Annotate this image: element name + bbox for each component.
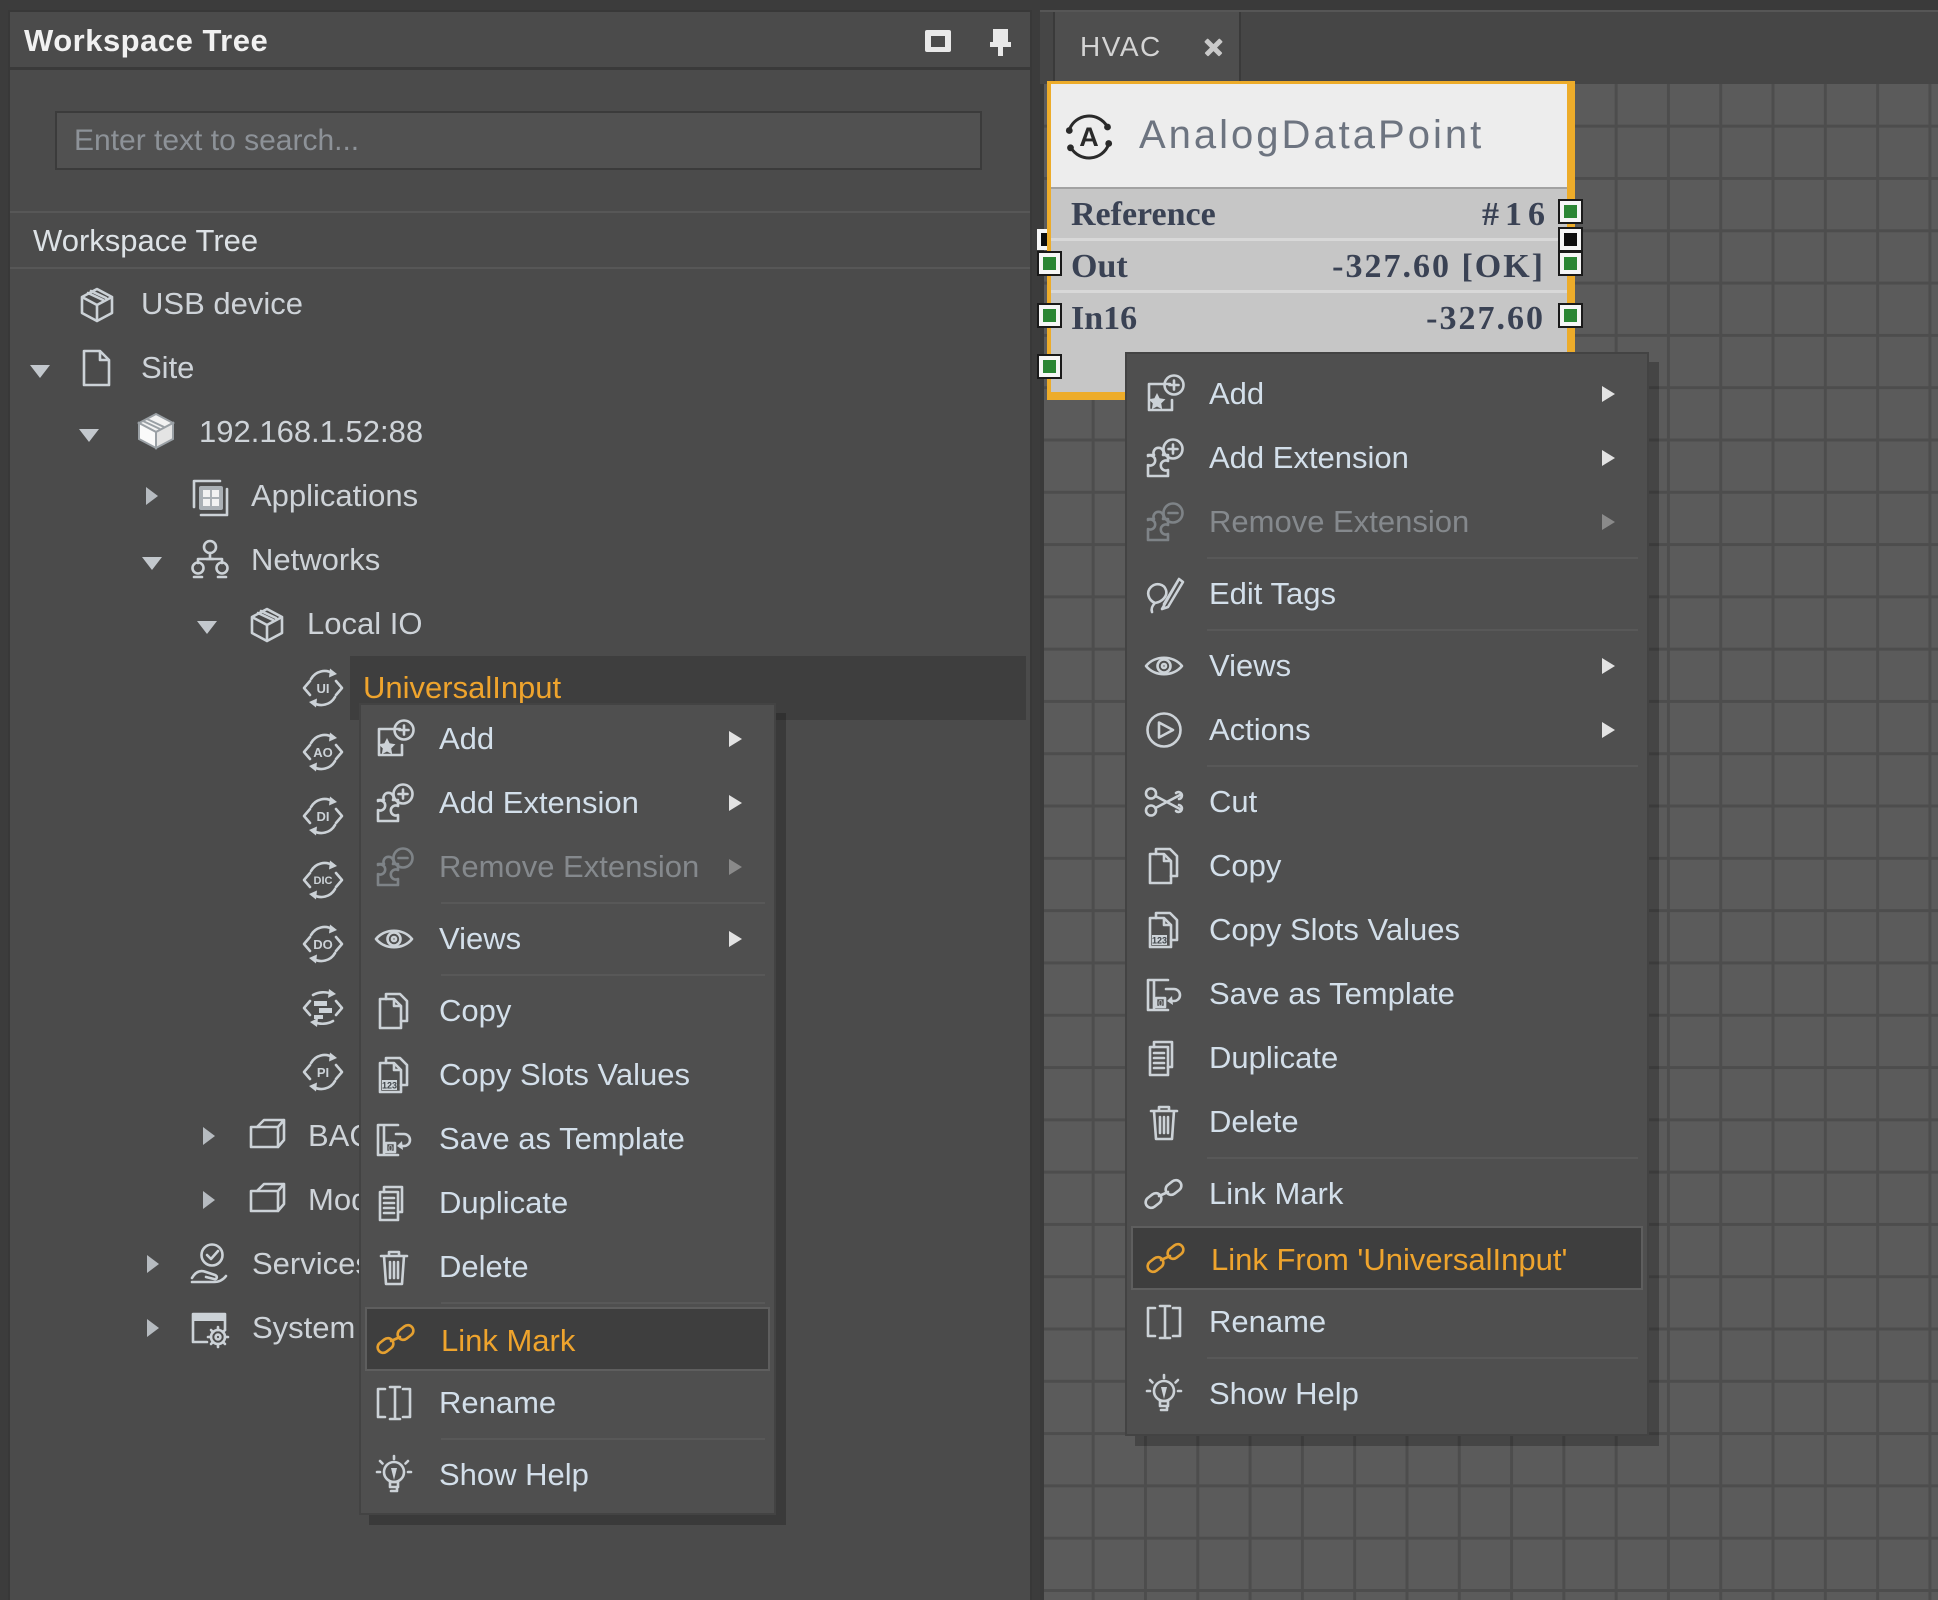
- svg-text:AO: AO: [313, 745, 333, 760]
- svg-text:DIC: DIC: [314, 875, 333, 887]
- svg-text:PI: PI: [317, 1065, 329, 1080]
- svg-text:DI: DI: [317, 809, 330, 824]
- svg-text:UI: UI: [317, 681, 330, 696]
- svg-text:DO: DO: [313, 937, 333, 952]
